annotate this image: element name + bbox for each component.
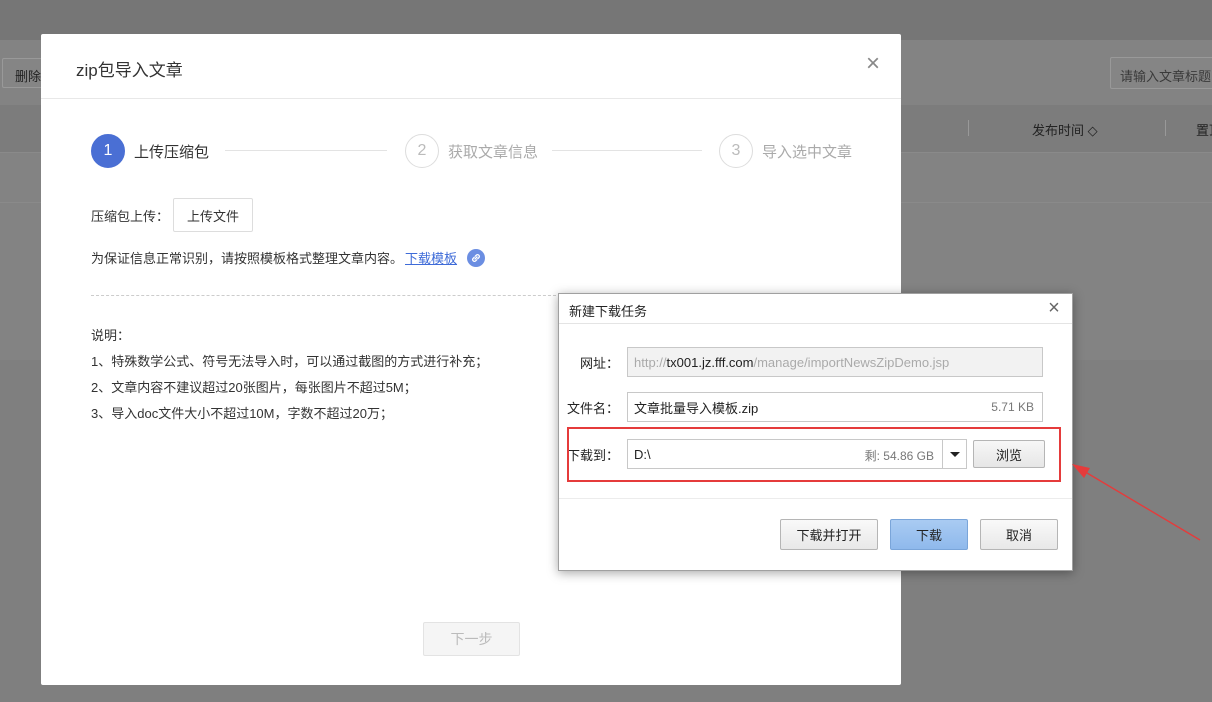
steps-indicator: 1 上传压缩包 2 获取文章信息 3 导入选中文章 xyxy=(91,134,861,168)
step-label: 导入选中文章 xyxy=(762,143,853,161)
url-row: 网址： http://tx001.jz.fff.com/manage/impor… xyxy=(559,347,1043,377)
dialog-title: 新建下载任务 xyxy=(569,304,648,319)
step-connector xyxy=(225,150,387,151)
step-label: 获取文章信息 xyxy=(448,143,539,161)
step-number: 2 xyxy=(405,134,439,168)
step-label: 上传压缩包 xyxy=(134,143,210,161)
filename-row: 文件名： 文章批量导入模板.zip 5.71 KB xyxy=(559,392,1043,422)
filename-label: 文件名： xyxy=(566,400,619,416)
note-item: 3、导入doc文件大小不超过10M，字数不超过20万； xyxy=(91,406,393,421)
filename-value: 文章批量导入模板.zip xyxy=(634,400,759,416)
file-size: 5.71 KB xyxy=(991,400,1034,414)
cancel-button[interactable]: 取消 xyxy=(980,519,1058,550)
url-host: tx001.jz.fff.com xyxy=(666,354,754,370)
upload-file-button[interactable]: 上传文件 xyxy=(173,198,254,232)
close-icon[interactable]: × xyxy=(863,52,883,76)
step-number: 3 xyxy=(719,134,753,168)
link-icon[interactable] xyxy=(467,248,486,267)
modal-title: zip包导入文章 xyxy=(76,61,183,80)
note-item: 2、文章内容不建议超过20张图片，每张图片不超过5M； xyxy=(91,380,417,395)
modal-header: zip包导入文章 × xyxy=(41,34,901,99)
next-step-button[interactable]: 下一步 xyxy=(423,622,520,656)
download-and-open-button[interactable]: 下载并打开 xyxy=(780,519,878,550)
arrow-head xyxy=(1072,464,1090,478)
dialog-separator xyxy=(559,498,1072,499)
download-template-link[interactable]: 下载模板 xyxy=(405,248,457,267)
close-icon[interactable]: × xyxy=(1045,298,1063,318)
url-prefix: http:// xyxy=(634,354,667,370)
step-fetch-info: 2 获取文章信息 xyxy=(405,134,538,168)
highlight-box xyxy=(567,427,1061,482)
url-path: /manage/importNewsZipDemo.jsp xyxy=(753,354,950,370)
column-publish-time[interactable]: 发布时间 ◇ xyxy=(1032,120,1098,139)
url-label: 网址： xyxy=(579,355,619,371)
step-upload: 1 上传压缩包 xyxy=(91,134,209,168)
upload-label: 压缩包上传： xyxy=(91,208,170,224)
dialog-header: 新建下载任务 × xyxy=(559,294,1072,324)
step-connector xyxy=(552,150,702,151)
notes: 说明： 1、特殊数学公式、符号无法导入时，可以通过截图的方式进行补充； 2、文章… xyxy=(91,323,488,427)
arrow-line xyxy=(1081,469,1201,541)
step-import-selected: 3 导入选中文章 xyxy=(719,134,852,168)
column-divider xyxy=(968,120,969,136)
url-field[interactable]: http://tx001.jz.fff.com/manage/importNew… xyxy=(627,347,1043,377)
download-button[interactable]: 下载 xyxy=(890,519,968,550)
step-number: 1 xyxy=(91,134,125,168)
column-divider xyxy=(1165,120,1166,136)
hint-text: 为保证信息正常识别，请按照模板格式整理文章内容。 xyxy=(91,251,404,266)
notes-title: 说明： xyxy=(91,328,131,343)
note-item: 1、特殊数学公式、符号无法导入时，可以通过截图的方式进行补充； xyxy=(91,354,489,369)
divider xyxy=(91,295,561,296)
search-input[interactable]: 请输入文章标题 xyxy=(1110,57,1212,89)
upload-row: 压缩包上传： 上传文件 xyxy=(91,198,254,232)
filename-field[interactable]: 文章批量导入模板.zip 5.71 KB xyxy=(627,392,1043,422)
template-hint: 为保证信息正常识别，请按照模板格式整理文章内容。 下载模板 xyxy=(91,248,486,267)
new-download-task-dialog: 新建下载任务 × 网址： http://tx001.jz.fff.com/man… xyxy=(558,293,1073,571)
column-pin[interactable]: 置顶 xyxy=(1196,120,1212,139)
